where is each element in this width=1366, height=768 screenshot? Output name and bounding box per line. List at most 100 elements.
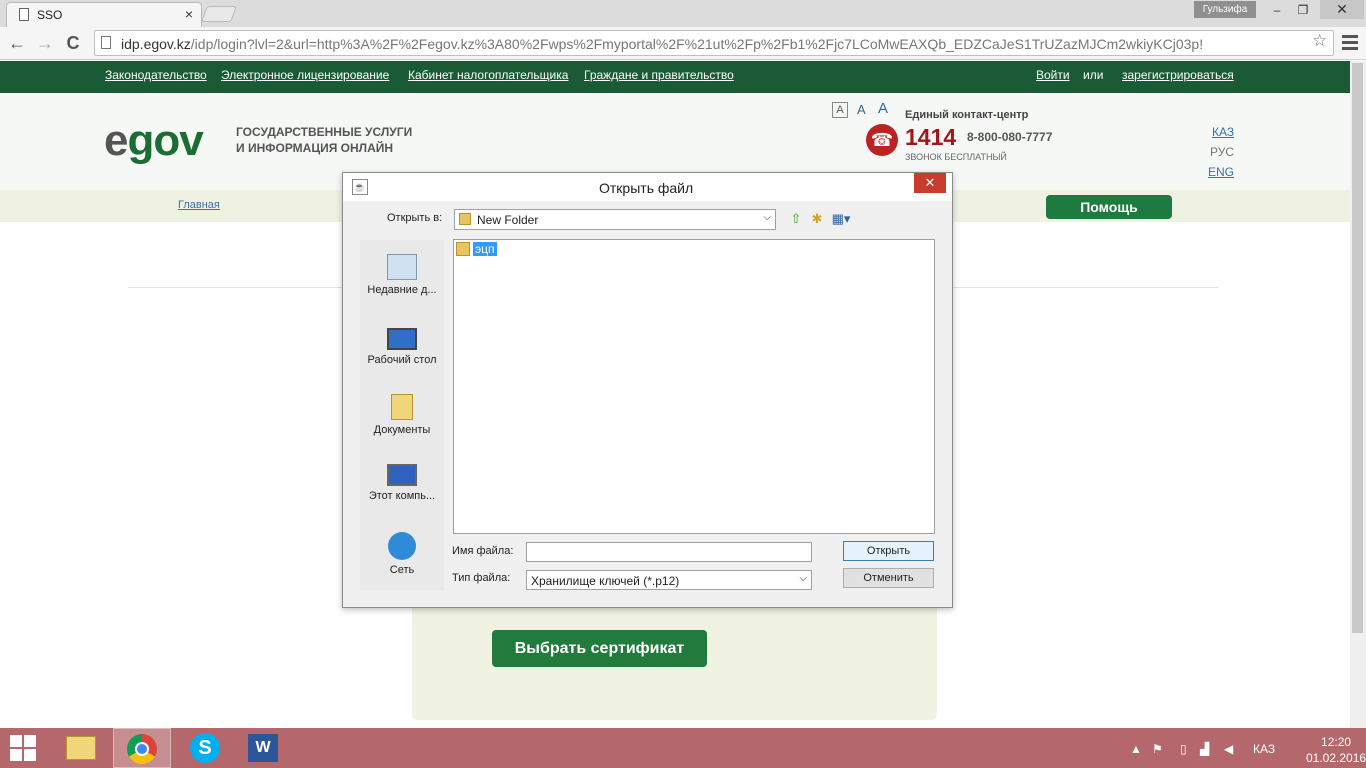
signal-icon[interactable]: ▟: [1200, 742, 1209, 756]
input-language[interactable]: КАЗ: [1253, 742, 1275, 756]
view-menu-icon[interactable]: ▦▾: [830, 211, 852, 227]
font-size-medium-button[interactable]: A: [857, 102, 866, 117]
taskbar-explorer[interactable]: [52, 728, 110, 768]
new-folder-icon[interactable]: ✱: [809, 211, 825, 227]
nav-link-taxpayer[interactable]: Кабинет налогоплательщика: [408, 68, 568, 82]
nav-link-licensing[interactable]: Электронное лицензирование: [221, 68, 389, 82]
url-text: idp.egov.kz/idp/login?lvl=2&url=http%3A%…: [121, 36, 1311, 52]
place-label: Сеть: [389, 564, 415, 576]
tray-expand-icon[interactable]: ▲: [1130, 742, 1142, 756]
place-documents[interactable]: Документы: [362, 394, 442, 436]
clock[interactable]: 12:20 01.02.2016: [1306, 734, 1366, 766]
taskbar-word[interactable]: W: [234, 728, 292, 768]
volume-icon[interactable]: ◀: [1224, 742, 1233, 756]
look-in-value: New Folder: [477, 213, 539, 227]
contact-short-number: 1414: [905, 124, 957, 150]
scrollbar-thumb[interactable]: [1352, 63, 1363, 633]
cancel-button[interactable]: Отменить: [843, 568, 934, 588]
page-icon: [101, 36, 111, 49]
place-network[interactable]: Сеть: [362, 532, 442, 576]
word-icon: W: [248, 734, 278, 762]
place-recent[interactable]: Недавние д...: [362, 254, 442, 296]
folder-icon: [456, 242, 470, 256]
login-link[interactable]: Войти: [1036, 68, 1070, 82]
taskbar-chrome[interactable]: [113, 728, 171, 768]
help-button[interactable]: Помощь: [1046, 195, 1172, 219]
dialog-close-icon[interactable]: ✕: [914, 173, 946, 193]
chevron-down-icon: ⌵: [799, 573, 807, 584]
egov-logo[interactable]: egov: [104, 116, 204, 166]
chevron-down-icon: ⌵: [763, 212, 771, 223]
file-list-item[interactable]: эцп: [456, 242, 497, 258]
bookmark-star-icon[interactable]: ☆: [1312, 31, 1327, 51]
back-icon[interactable]: ←: [4, 31, 30, 55]
java-icon: ☕: [352, 179, 368, 195]
computer-icon: [387, 464, 417, 486]
home-link[interactable]: Главная: [178, 199, 220, 211]
recent-items-icon: [387, 254, 417, 280]
lang-kaz[interactable]: КАЗ: [1212, 125, 1234, 139]
font-size-small-button[interactable]: A: [832, 102, 848, 118]
up-folder-icon[interactable]: ⇧: [788, 211, 804, 227]
open-button[interactable]: Открыть: [843, 541, 934, 561]
browser-tab[interactable]: SSO ×: [6, 2, 202, 27]
reload-icon[interactable]: C: [60, 31, 86, 55]
font-size-large-button[interactable]: A: [878, 100, 888, 117]
look-in-label: Открыть в:: [387, 212, 443, 224]
minimize-icon[interactable]: ‒: [1264, 0, 1290, 20]
nav-link-legislation[interactable]: Законодательство: [105, 68, 207, 82]
place-label: Недавние д...: [367, 284, 437, 296]
place-computer[interactable]: Этот компь...: [362, 464, 442, 502]
lang-rus: РУС: [1210, 145, 1235, 159]
browser-menu-icon[interactable]: [1340, 32, 1360, 54]
file-item-name: эцп: [473, 242, 497, 256]
nav-link-citizens[interactable]: Граждане и правительство: [584, 68, 734, 82]
address-bar[interactable]: idp.egov.kz/idp/login?lvl=2&url=http%3A%…: [94, 30, 1334, 56]
register-link[interactable]: зарегистрироваться: [1122, 68, 1234, 82]
forward-icon[interactable]: →: [32, 31, 58, 55]
choose-certificate-button[interactable]: Выбрать сертификат: [492, 630, 707, 667]
look-in-select[interactable]: New Folder ⌵: [454, 209, 776, 230]
tagline-line-1: ГОСУДАРСТВЕННЫЕ УСЛУГИ: [236, 125, 413, 139]
place-label: Документы: [373, 424, 431, 436]
file-type-value: Хранилище ключей (*.p12): [531, 574, 680, 588]
taskbar-skype[interactable]: S: [176, 728, 234, 768]
contact-long-number: 8-800-080-7777: [967, 130, 1053, 144]
battery-icon[interactable]: ▯: [1180, 742, 1187, 756]
free-call-text: ЗВОНОК БЕСПЛАТНЫЙ: [905, 152, 1007, 162]
network-globe-icon: [388, 532, 416, 560]
desktop-icon: [387, 328, 417, 350]
place-desktop[interactable]: Рабочий стол: [362, 328, 442, 366]
url-path: /idp/login?lvl=2&url=http%3A%2F%2Fegov.k…: [190, 36, 1204, 52]
tagline-line-2: И ИНФОРМАЦИЯ ОНЛАЙН: [236, 141, 394, 155]
phone-icon: ☎: [866, 124, 898, 156]
documents-icon: [391, 394, 413, 420]
file-name-input[interactable]: [526, 542, 812, 562]
file-type-select[interactable]: Хранилище ключей (*.p12) ⌵: [526, 570, 812, 590]
page-icon: [19, 8, 29, 21]
start-windows-icon[interactable]: [10, 735, 38, 761]
flag-icon[interactable]: ⚑: [1152, 742, 1163, 756]
folder-icon: [66, 736, 96, 760]
skype-icon: S: [190, 733, 220, 763]
tab-close-icon[interactable]: ×: [185, 6, 193, 22]
lang-eng[interactable]: ENG: [1208, 165, 1234, 179]
url-host: idp.egov.kz: [121, 36, 191, 52]
file-list[interactable]: [453, 239, 935, 534]
clock-date: 01.02.2016: [1306, 751, 1366, 765]
place-label: Рабочий стол: [367, 354, 437, 366]
file-name-label: Имя файла:: [452, 545, 514, 557]
tab-title: SSO: [37, 8, 63, 22]
contact-center-label: Единый контакт-центр: [905, 109, 1029, 121]
maximize-icon[interactable]: ❐: [1290, 0, 1316, 20]
folder-icon: [459, 213, 471, 225]
clock-time: 12:20: [1321, 735, 1352, 749]
profile-button[interactable]: Гульзифа: [1194, 1, 1256, 18]
new-tab-button[interactable]: [201, 6, 237, 22]
or-text: или: [1083, 68, 1104, 82]
file-type-label: Тип файла:: [452, 572, 511, 584]
dialog-title: Открыть файл: [599, 180, 694, 196]
site-tagline: ГОСУДАРСТВЕННЫЕ УСЛУГИ И ИНФОРМАЦИЯ ОНЛА…: [236, 124, 436, 156]
window-close-icon[interactable]: ✕: [1320, 0, 1364, 19]
place-label: Этот компь...: [368, 490, 436, 502]
